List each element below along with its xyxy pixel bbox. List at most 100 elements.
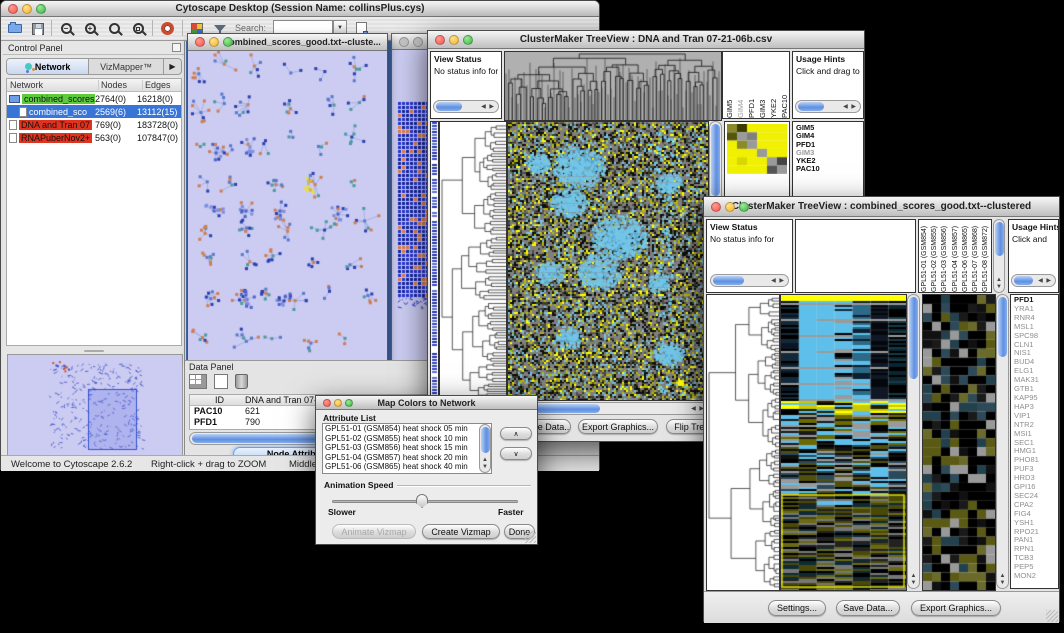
minimize-icon[interactable]	[725, 202, 735, 212]
network-view-canvas[interactable]	[188, 51, 387, 362]
resize-grip[interactable]	[1046, 610, 1058, 622]
col-header-edges[interactable]: Edges	[143, 80, 177, 90]
column-label[interactable]: GPL51-07 (GSM868)	[972, 221, 981, 292]
zoom-heatmap-canvas[interactable]	[922, 294, 996, 591]
column-label[interactable]: GPL51-08 (GSM872)	[982, 221, 991, 292]
open-file-button[interactable]	[5, 19, 25, 38]
column-label[interactable]: PFD1	[747, 53, 756, 118]
delete-attribute-icon[interactable]	[235, 374, 248, 389]
column-label[interactable]: GPL51-01 (GSM854)	[921, 221, 930, 292]
row-dendrogram-canvas[interactable]	[706, 294, 780, 591]
attribute-item[interactable]: GPL51-02 (GSM855) heat shock 10 min	[323, 434, 491, 444]
resize-grip[interactable]	[524, 531, 536, 543]
settings-button[interactable]: Settings...	[768, 600, 826, 616]
move-up-button[interactable]: ∧	[500, 427, 532, 440]
attribute-list-vscrollbar[interactable]: ▲▼	[479, 424, 491, 473]
column-label[interactable]: GPL51-03 (GSM856)	[941, 221, 950, 292]
window-controls[interactable]	[8, 4, 46, 14]
column-label[interactable]: GIM4	[736, 53, 745, 118]
gene-label[interactable]: PAC10	[796, 165, 863, 173]
zoom-window-icon[interactable]	[36, 4, 46, 14]
network-table-row[interactable]: combined_sco2569(6)13112(15)	[7, 105, 181, 118]
zoom-window-icon[interactable]	[345, 399, 353, 407]
column-label[interactable]: GIM5	[725, 53, 734, 118]
help-lifering-icon[interactable]	[157, 19, 177, 38]
zoom-vscrollbar[interactable]: ▲▼	[996, 294, 1009, 589]
slider-thumb[interactable]	[416, 494, 428, 508]
select-attributes-icon[interactable]	[189, 374, 207, 389]
col-header-nodes[interactable]: Nodes	[99, 80, 143, 90]
close-icon[interactable]	[399, 37, 409, 47]
network-table-row[interactable]: combined_scores2764(0)16218(0)	[7, 92, 181, 105]
new-attribute-icon[interactable]	[214, 374, 228, 389]
global-pixel-strip-canvas[interactable]	[430, 121, 439, 401]
tab-vizmapper[interactable]: VizMapper™	[89, 59, 163, 74]
attribute-item[interactable]: GPL51-03 (GSM856) heat shock 15 min	[323, 443, 491, 453]
export-graphics-button[interactable]: Export Graphics...	[578, 419, 658, 434]
zoom-window-icon[interactable]	[463, 35, 473, 45]
zoom-window-icon[interactable]	[223, 37, 233, 47]
zoom-in-button[interactable]: +	[80, 19, 100, 38]
column-label[interactable]: GPL51-06 (GSM865)	[962, 221, 971, 292]
minimize-icon[interactable]	[449, 35, 459, 45]
column-label[interactable]: GIM3	[758, 53, 767, 118]
heatmap-canvas[interactable]	[507, 121, 709, 401]
column-dendrogram-area[interactable]	[795, 219, 916, 293]
minimize-icon[interactable]	[334, 399, 342, 407]
attribute-item[interactable]: GPL51-01 (GSM854) heat shock 05 min	[323, 424, 491, 434]
network-table-row[interactable]: DNA and Tran 07769(0)183728(0)	[7, 118, 181, 131]
column-label[interactable]: YKE2	[769, 53, 778, 118]
close-icon[interactable]	[711, 202, 721, 212]
main-titlebar[interactable]: Cytoscape Desktop (Session Name: collins…	[1, 1, 599, 17]
network-view-titlebar[interactable]: combined_scores_good.txt--cluste...	[188, 34, 387, 51]
create-vizmap-button[interactable]: Create Vizmap	[422, 524, 500, 539]
view-status-scrollbar[interactable]: ◀ ▶	[710, 274, 789, 287]
usage-hints-scrollbar[interactable]: ◀ ▶	[1011, 274, 1056, 287]
usage-hints-scrollbar[interactable]: ◀ ▶	[795, 100, 861, 113]
minimize-icon[interactable]	[209, 37, 219, 47]
row-dendrogram-canvas[interactable]	[439, 121, 507, 401]
attribute-item[interactable]: GPL51-06 (GSM865) heat shock 40 min	[323, 462, 491, 472]
attribute-item[interactable]: GPL51-04 (GSM857) heat shock 20 min	[323, 453, 491, 463]
similarity-matrix-canvas[interactable]	[727, 124, 787, 174]
zoom-fit-button[interactable]	[128, 19, 148, 38]
attribute-listbox[interactable]: GPL51-01 (GSM854) heat shock 05 minGPL51…	[322, 423, 492, 474]
column-label[interactable]: GPL51-04 (GSM857)	[952, 221, 961, 292]
tab-overflow-arrow[interactable]: ▶	[163, 59, 181, 74]
heatmap-canvas[interactable]	[780, 294, 907, 591]
export-graphics-button[interactable]: Export Graphics...	[911, 600, 1001, 616]
map-colors-titlebar[interactable]: Map Colors to Network	[316, 396, 537, 410]
close-icon[interactable]	[195, 37, 205, 47]
panel-splitter[interactable]	[6, 348, 182, 353]
zoom-window-icon[interactable]	[739, 202, 749, 212]
column-label[interactable]: GPL51-02 (GSM855)	[931, 221, 940, 292]
animate-vizmap-button[interactable]: Animate Vizmap	[332, 524, 416, 539]
column-label[interactable]: PAC10	[780, 53, 789, 118]
column-dendrogram-canvas[interactable]	[504, 51, 722, 121]
nodes-count: 769(0)	[95, 120, 137, 130]
close-icon[interactable]	[323, 399, 331, 407]
col-header-network[interactable]: Network	[7, 80, 99, 90]
network-overview-canvas[interactable]	[7, 354, 183, 456]
treeview-dna-titlebar[interactable]: ClusterMaker TreeView : DNA and Tran 07-…	[428, 31, 864, 49]
zoom-out-button[interactable]: −	[56, 19, 76, 38]
close-icon[interactable]	[8, 4, 18, 14]
gene-list-item[interactable]: MON2	[1011, 572, 1058, 581]
tab-network[interactable]: Network	[7, 59, 89, 74]
attribute-item[interactable]: GPL51-07 (GSM868) heat shock 60 min	[323, 472, 491, 475]
settings-label: Settings...	[777, 603, 817, 613]
treeview-combined-titlebar[interactable]: ClusterMaker TreeView : combined_scores_…	[704, 197, 1059, 217]
network-table-row[interactable]: RNAPuberNov2+563(0)107847(0)	[7, 131, 181, 144]
minimize-icon[interactable]	[22, 4, 32, 14]
heatmap-vscrollbar[interactable]: ▲▼	[907, 294, 920, 589]
save-data-button[interactable]: Save Data...	[836, 600, 900, 616]
float-panel-icon[interactable]	[172, 43, 181, 52]
view-status-scrollbar[interactable]: ◀ ▶	[433, 100, 499, 113]
id-col-header[interactable]: ID	[190, 395, 245, 405]
close-icon[interactable]	[435, 35, 445, 45]
move-down-button[interactable]: ∨	[500, 447, 532, 460]
save-session-button[interactable]	[28, 19, 48, 38]
minimize-icon[interactable]	[413, 37, 423, 47]
column-labels-vscrollbar[interactable]: ▲▼	[993, 219, 1005, 293]
zoom-selected-button[interactable]	[104, 19, 124, 38]
